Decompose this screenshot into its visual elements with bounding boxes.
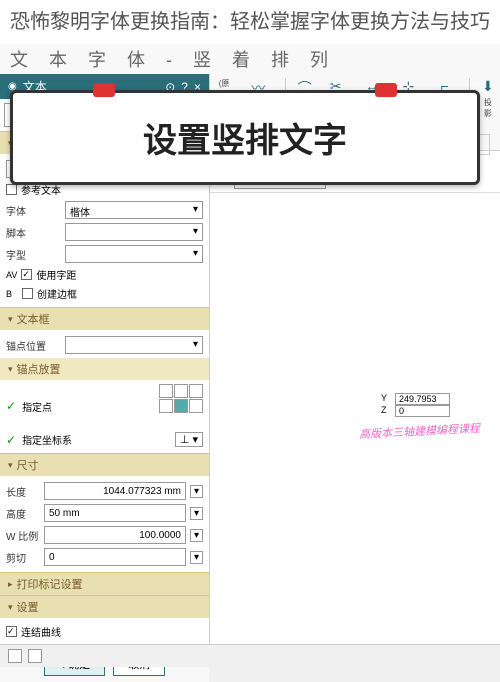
status-icon[interactable] (28, 649, 42, 663)
section-settings-label: 设置 (17, 599, 39, 615)
section-dimensions[interactable]: ▾ 尺寸 (0, 454, 209, 476)
height-input[interactable] (44, 504, 186, 522)
callout-text: 设置竖排文字 (13, 113, 477, 162)
style-dropdown[interactable]: ▾ (65, 245, 203, 263)
anchor-pos-dropdown[interactable]: ▾ (65, 336, 203, 354)
length-input[interactable] (44, 482, 186, 500)
coord-display: Y249.7953 Z0 (381, 393, 450, 417)
anchor-point-label: 指定点 (22, 399, 52, 414)
shear-label: 剪切 (6, 550, 40, 565)
coord-sys-button[interactable]: ⊥ ▾ (175, 432, 203, 447)
script-dropdown[interactable]: ▾ (65, 223, 203, 241)
ribbon-item-label: 投影 (482, 97, 494, 119)
length-label: 长度 (6, 484, 40, 499)
font-label: 字体 (6, 203, 61, 218)
use-kerning-label: 使用字距 (36, 267, 76, 282)
callout: 设置竖排文字 (10, 90, 480, 185)
anchor-ml[interactable] (159, 399, 173, 413)
section-settings[interactable]: ▾ 设置 (0, 596, 209, 618)
caret-down-icon: ▾ (8, 460, 13, 471)
page-title: 恐怖黎明字体更换指南：轻松掌握字体更换方法与技巧 (0, 0, 500, 44)
section-print-mark-label: 打印标记设置 (17, 576, 83, 592)
anchor-tl[interactable] (159, 384, 173, 398)
w-ratio-input[interactable] (44, 526, 186, 544)
section-dimensions-label: 尺寸 (17, 457, 39, 473)
check-icon: ✓ (6, 433, 16, 447)
coord-z[interactable]: 0 (395, 405, 450, 417)
chevron-down-icon: ▾ (193, 339, 198, 351)
check-icon: ✓ (6, 399, 16, 413)
caret-down-icon: ▾ (8, 314, 13, 325)
page-subtitle: 文 本 字 体 - 竖 着 排 列 (0, 44, 500, 74)
height-label: 高度 (6, 506, 40, 521)
anchor-placement-label: 锚点放置 (17, 361, 61, 377)
anchor-mr[interactable] (189, 399, 203, 413)
status-icon[interactable] (8, 649, 22, 663)
section-text-frame-label: 文本框 (17, 311, 50, 327)
chevron-down-icon: ▾ (193, 226, 198, 238)
chevron-down-icon[interactable]: ▾ (190, 529, 203, 542)
chevron-down-icon: ▾ (193, 204, 198, 216)
style-label: 字型 (6, 247, 61, 262)
anchor-pos-label: 锚点位置 (6, 338, 61, 353)
chevron-down-icon[interactable]: ▾ (190, 507, 203, 520)
caret-down-icon: ▾ (8, 364, 13, 375)
coord-y[interactable]: 249.7953 (395, 393, 450, 405)
shear-input[interactable] (44, 548, 186, 566)
anchor-mc[interactable] (174, 399, 188, 413)
font-dropdown[interactable]: 楷体 ▾ (65, 201, 203, 219)
caret-down-icon: ▾ (8, 602, 13, 613)
create-edge-label: 创建边框 (37, 286, 77, 301)
use-kerning-checkbox[interactable] (21, 269, 32, 280)
chevron-down-icon[interactable]: ▾ (190, 551, 203, 564)
clip-icon (93, 83, 115, 97)
ref-text-checkbox[interactable] (6, 184, 17, 195)
create-edge-checkbox[interactable] (22, 288, 33, 299)
chevron-down-icon: ▾ (193, 248, 198, 260)
caret-right-icon: ▸ (8, 579, 13, 590)
section-print-mark[interactable]: ▸ 打印标记设置 (0, 573, 209, 595)
status-bar (0, 644, 500, 667)
conn-curve-label: 连结曲线 (21, 624, 61, 639)
clip-icon (375, 83, 397, 97)
anchor-grid[interactable] (159, 384, 203, 428)
conn-curve-checkbox[interactable] (6, 626, 17, 637)
anchor-tr[interactable] (189, 384, 203, 398)
chevron-down-icon[interactable]: ▾ (190, 485, 203, 498)
canvas[interactable]: Y249.7953 Z0 高版本三轴建模编程课程 (210, 193, 500, 573)
font-value: 楷体 (70, 204, 90, 216)
decoration-text: 高版本三轴建模编程课程 (359, 420, 481, 442)
section-text-frame[interactable]: ▾ 文本框 (0, 308, 209, 330)
project-icon: ⬇ (482, 78, 494, 95)
anchor-tc[interactable] (174, 384, 188, 398)
kerning-icon: AV (6, 270, 17, 280)
w-ratio-label: W 比例 (6, 528, 40, 543)
anchor-coord-label: 指定坐标系 (22, 432, 72, 447)
script-label: 脚本 (6, 225, 61, 240)
